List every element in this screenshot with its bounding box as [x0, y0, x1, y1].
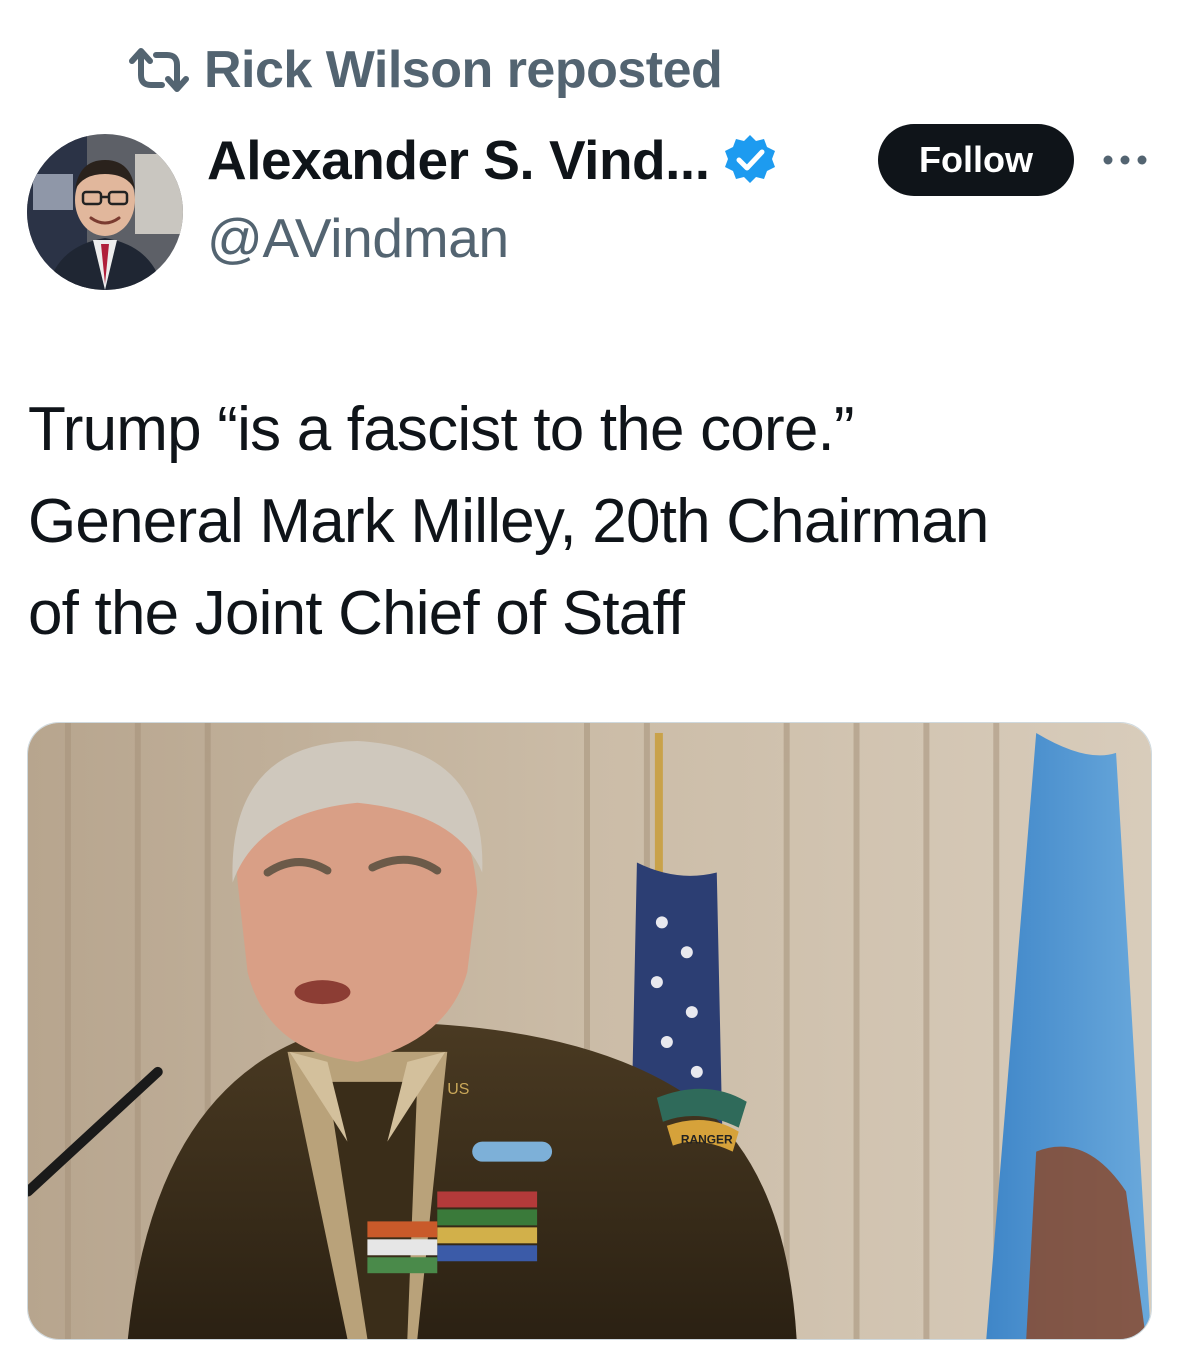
avatar[interactable] [27, 134, 183, 290]
author-display-name[interactable]: Alexander S. Vind... [207, 128, 710, 192]
repost-label: Rick Wilson reposted [204, 41, 723, 99]
follow-button[interactable]: Follow [878, 124, 1074, 196]
repost-context[interactable]: Rick Wilson reposted [128, 40, 723, 100]
tweet-media-photo[interactable]: RANGER US [27, 722, 1152, 1340]
tweet-text: Trump “is a fascist to the core.” Genera… [28, 384, 1148, 660]
repost-icon [129, 48, 189, 92]
collar-insignia-text: US [447, 1081, 469, 1098]
ranger-tab-text: RANGER [681, 1133, 733, 1147]
avatar-photo [27, 134, 183, 290]
author-name-row[interactable]: Alexander S. Vind... [207, 128, 777, 192]
tweet-line: General Mark Milley, 20th Chairman [28, 487, 989, 556]
verified-badge-icon [725, 135, 776, 183]
more-icon[interactable] [1100, 148, 1150, 172]
tweet-line: of the Joint Chief of Staff [28, 579, 685, 648]
tweet-line: Trump “is a fascist to the core.” [28, 395, 855, 464]
media-photo: RANGER US [28, 723, 1151, 1339]
author-handle[interactable]: @AVindman [207, 206, 509, 270]
